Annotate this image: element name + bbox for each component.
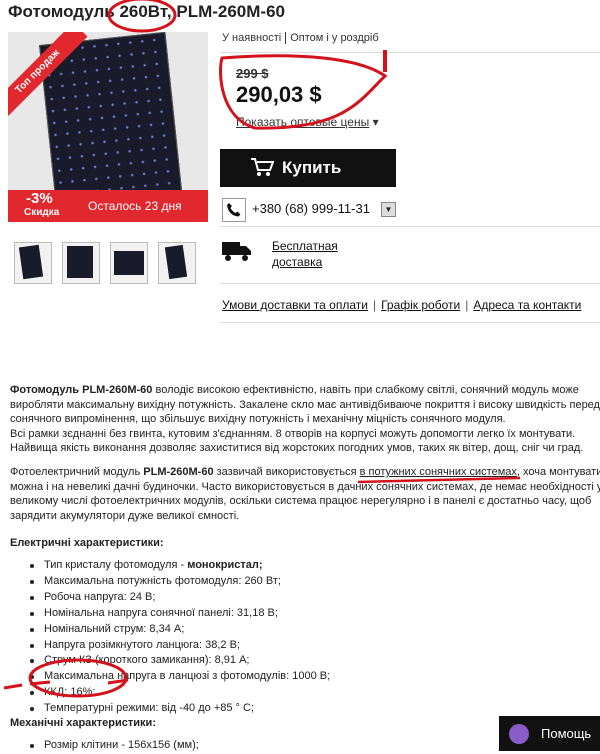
product-thumbnail[interactable] [14,242,52,284]
discount-percent: -3% [26,190,53,207]
wholesale-prices-link[interactable]: Показать оптовые цены ▾ [236,115,379,129]
help-chat-button[interactable]: Помощь [499,716,600,751]
product-thumbnail[interactable] [62,242,100,284]
spec-item: Тип кристалу фотомодуля - монокристал; [29,558,330,574]
spec-item: Робоча напруга: 24 В; [29,590,330,606]
free-delivery-link[interactable]: Бесплатная доставка [272,238,338,270]
address-contacts-link[interactable]: Адреса та контакти [473,298,581,312]
product-description: Фотомодуль PLM-260M-60 володіє високою е… [10,384,600,522]
spec-item: Номінальний струм: 8,34 А; [29,622,330,638]
caret-down-icon: ▾ [372,115,379,129]
product-main-image[interactable]: Топ продаж -3% Скидка Осталось 23 дня [8,32,208,222]
spec-item: ККД: 16%; [29,685,330,701]
page-title: Фотомодуль 260Вт, PLM-260M-60 [8,2,285,21]
discount-remaining: Осталось 23 дня [88,199,182,213]
chat-icon [509,724,529,744]
truck-icon [222,242,251,261]
product-thumbnail[interactable] [158,242,196,284]
electrical-specs-list: Тип кристалу фотомодуля - монокристал; М… [10,558,330,717]
phone-number[interactable]: +380 (68) 999-11-31 [252,201,370,216]
spec-item: Температурні режими: від -40 до +85 ° С; [29,701,330,717]
spec-item: Максимальна потужність фотомодуля: 260 В… [29,574,330,590]
divider [220,226,600,227]
spec-item: Розмір клітини - 156x156 (мм); [30,738,199,754]
delivery-payment-link[interactable]: Умови доставки та оплати [222,298,368,312]
divider [220,52,600,53]
discount-label: Скидка [24,207,60,218]
electrical-heading: Електричні характеристики: [10,537,164,549]
buy-button[interactable]: Купить [220,149,396,187]
schedule-link[interactable]: Графік роботи [381,298,460,312]
spec-item: Струм КЗ (короткого замикання): 8,91 А; [29,653,330,669]
current-price: 290,03 $ [236,82,322,107]
spec-item: Номінальна напруга сонячної панелі: 31,1… [29,606,330,622]
in-stock-label: У наявності [222,32,282,44]
availability: У наявності Оптом і у роздріб [222,32,379,44]
spec-item: Напруга розімкнутого ланцюга: 38,2 В; [29,638,330,654]
phone-icon [222,198,246,222]
sale-type-label: Оптом і у роздріб [290,32,379,44]
divider [220,322,600,323]
phone-dropdown-icon[interactable]: ▼ [381,202,396,217]
product-thumbnail[interactable] [110,242,148,284]
buy-button-label: Купить [282,158,342,177]
spec-item: Максимальна напруга в ланцюзі з фотомоду… [29,669,330,685]
old-price: 299 $ [236,66,269,81]
discount-bar: -3% Скидка Осталось 23 дня [8,190,208,222]
cart-icon [251,158,274,176]
divider [220,283,600,284]
mechanical-specs-list: Розмір клітини - 156x156 (мм); [10,738,199,754]
info-links: Умови доставки та оплати | Графік роботи | А… [222,298,582,312]
mechanical-heading: Механічні характеристики: [10,717,156,729]
